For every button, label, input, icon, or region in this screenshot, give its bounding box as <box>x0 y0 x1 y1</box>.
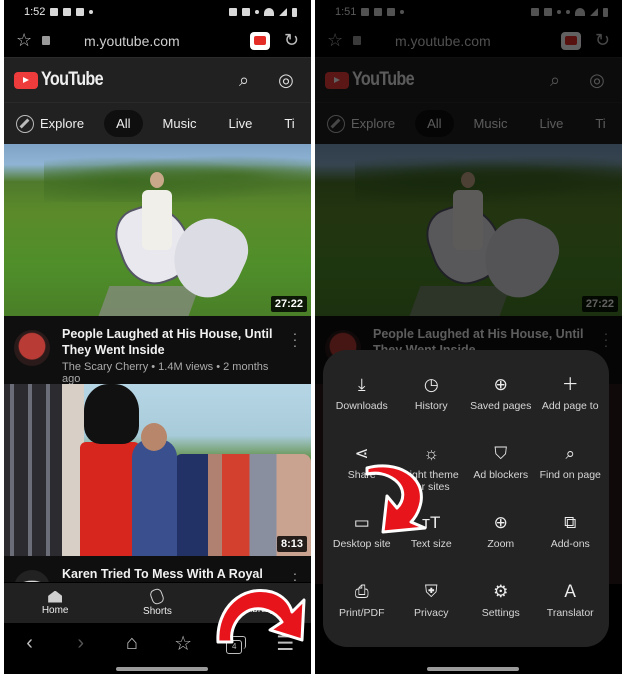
nav-library[interactable]: Library <box>220 591 300 615</box>
bookmark-star-icon[interactable]: ☆ <box>16 30 42 51</box>
gear-icon: ⚙ <box>493 582 509 601</box>
find-on-page-icon: ⌕ <box>565 444 576 463</box>
home-icon <box>48 590 63 603</box>
left-phone-screen: 1:52 ☆ m.youtube.com ↻ YouTube ⌕ ◎ Explo… <box>4 0 311 674</box>
shield-icon: ⛨ <box>424 582 438 601</box>
menu-item-text-size[interactable]: ᴛT Text size <box>397 504 467 573</box>
menu-item-privacy[interactable]: ⛨ Privacy <box>397 573 467 642</box>
video-duration: 8:13 <box>276 536 307 552</box>
menu-item-find-on-page[interactable]: ⌕ Find on page <box>536 435 606 504</box>
menu-item-desktop-site[interactable]: ▭ Desktop site <box>327 504 397 573</box>
video-thumbnail[interactable]: 27:22 <box>4 144 311 316</box>
menu-button[interactable]: ☰ <box>265 631 305 656</box>
chip-music[interactable]: Music <box>151 110 209 137</box>
nav-shorts[interactable]: Shorts <box>117 587 197 617</box>
nav-home[interactable]: Home <box>15 590 95 616</box>
video-thumbnail[interactable]: 8:13 <box>4 384 311 556</box>
more-notifications-dot-icon <box>89 10 94 14</box>
puzzle-icon: ⧉ <box>564 513 577 532</box>
tabs-icon: 4 <box>226 635 247 654</box>
youtube-play-icon <box>14 71 38 89</box>
status-time: 1:52 <box>24 6 46 18</box>
menu-item-settings[interactable]: ⚙ Settings <box>466 573 536 642</box>
gesture-home-bar[interactable] <box>116 667 208 671</box>
library-icon <box>252 591 267 602</box>
forward-button[interactable]: › <box>61 632 101 655</box>
menu-item-share[interactable]: ⋖ Share <box>327 435 397 504</box>
chip-live[interactable]: Live <box>216 110 264 137</box>
more-options-icon[interactable]: · · <box>289 566 301 582</box>
desktop-icon: ▭ <box>353 513 370 532</box>
alarm-icon <box>242 8 250 16</box>
lock-icon[interactable] <box>42 36 50 45</box>
zoom-icon: ⊕ <box>493 513 508 532</box>
channel-avatar[interactable] <box>14 330 50 366</box>
video-title[interactable]: People Laughed at His House, Until They … <box>62 326 289 358</box>
account-icon[interactable]: ◎ <box>271 70 301 91</box>
menu-item-zoom[interactable]: ⊕ Zoom <box>466 504 536 573</box>
shorts-icon <box>149 587 166 606</box>
menu-item-history[interactable]: ◷ History <box>397 366 467 435</box>
status-bar: 1:52 <box>4 0 311 24</box>
menu-item-add-ons[interactable]: ⧉ Add-ons <box>536 504 606 573</box>
video-duration: 27:22 <box>270 296 307 312</box>
chip-explore[interactable]: Explore <box>14 109 96 139</box>
youtube-logo[interactable]: YouTube <box>14 69 114 91</box>
home-button[interactable]: ⌂ <box>112 632 152 655</box>
compass-icon <box>16 114 34 133</box>
url-text[interactable]: m.youtube.com <box>84 33 250 49</box>
category-chips: Explore All Music Live Ti <box>4 102 311 144</box>
menu-item-downloads[interactable]: ⤓ Downloads <box>327 366 397 435</box>
youtube-bottom-nav: Home Shorts Library <box>4 583 311 623</box>
game-notification-icon <box>76 8 85 16</box>
tabs-button[interactable]: 4 <box>214 632 254 655</box>
youtube-header: YouTube ⌕ ◎ <box>4 58 311 102</box>
video-info: Karen Tried To Mess With A Royal · · <box>4 556 311 582</box>
saved-pages-icon: ⊕ <box>493 375 508 394</box>
download-icon: ⤓ <box>357 375 366 394</box>
bookmarks-button[interactable]: ☆ <box>163 631 203 656</box>
sun-icon: ☼ <box>423 444 440 463</box>
browser-menu-panel: ⤓ Downloads ◷ History ⊕ Saved pages ＋ Ad… <box>323 350 609 647</box>
back-button[interactable]: ‹ <box>10 632 50 655</box>
menu-item-saved-pages[interactable]: ⊕ Saved pages <box>466 366 536 435</box>
menu-item-print-pdf[interactable]: ⎙ Print/PDF <box>327 573 397 642</box>
video-meta: The Scary Cherry • 1.4M views • 2 months… <box>62 361 269 385</box>
ad-blocker-icon: ⛉ <box>494 444 508 463</box>
printer-icon: ⎙ <box>354 582 369 601</box>
chip-truncated[interactable]: Ti <box>272 110 306 137</box>
video-info: People Laughed at His House, Until They … <box>4 316 311 385</box>
clock-icon: ◷ <box>423 375 439 394</box>
wifi-icon <box>264 8 274 16</box>
signal-icon <box>279 8 287 16</box>
translate-icon: Ａ <box>561 582 579 601</box>
share-icon: ⋖ <box>354 444 369 463</box>
chip-all[interactable]: All <box>104 110 143 137</box>
menu-item-ad-blockers[interactable]: ⛉ Ad blockers <box>466 435 536 504</box>
browser-url-bar: ☆ m.youtube.com ↻ <box>4 24 311 58</box>
more-options-icon[interactable]: ··· <box>289 326 301 374</box>
plus-icon: ＋ <box>561 375 579 394</box>
menu-item-add-page-to[interactable]: ＋ Add page to <box>536 366 606 435</box>
browser-toolbar: ‹ › ⌂ ☆ 4 ☰ <box>4 623 311 663</box>
gallery-notification-icon <box>50 8 59 16</box>
screen-notification-icon <box>63 8 72 16</box>
youtube-app-badge-icon[interactable] <box>249 31 270 50</box>
channel-avatar[interactable] <box>14 570 50 582</box>
right-phone-screen: 1:51 ☆ m.youtube.com ↻ YouTube ⌕ ◎ <box>315 0 622 674</box>
menu-item-light-theme[interactable]: ☼ Light theme for sites <box>397 435 467 504</box>
menu-item-translator[interactable]: Ａ Translator <box>536 573 606 642</box>
text-size-icon: ᴛT <box>422 513 441 532</box>
reload-icon[interactable]: ↻ <box>284 30 299 51</box>
bluetooth-icon <box>255 10 259 14</box>
battery-icon <box>292 7 297 17</box>
gesture-home-bar[interactable] <box>427 667 519 671</box>
search-icon[interactable]: ⌕ <box>229 70 259 91</box>
video-title[interactable]: Karen Tried To Mess With A Royal <box>62 566 289 582</box>
lock-status-icon <box>229 8 237 16</box>
